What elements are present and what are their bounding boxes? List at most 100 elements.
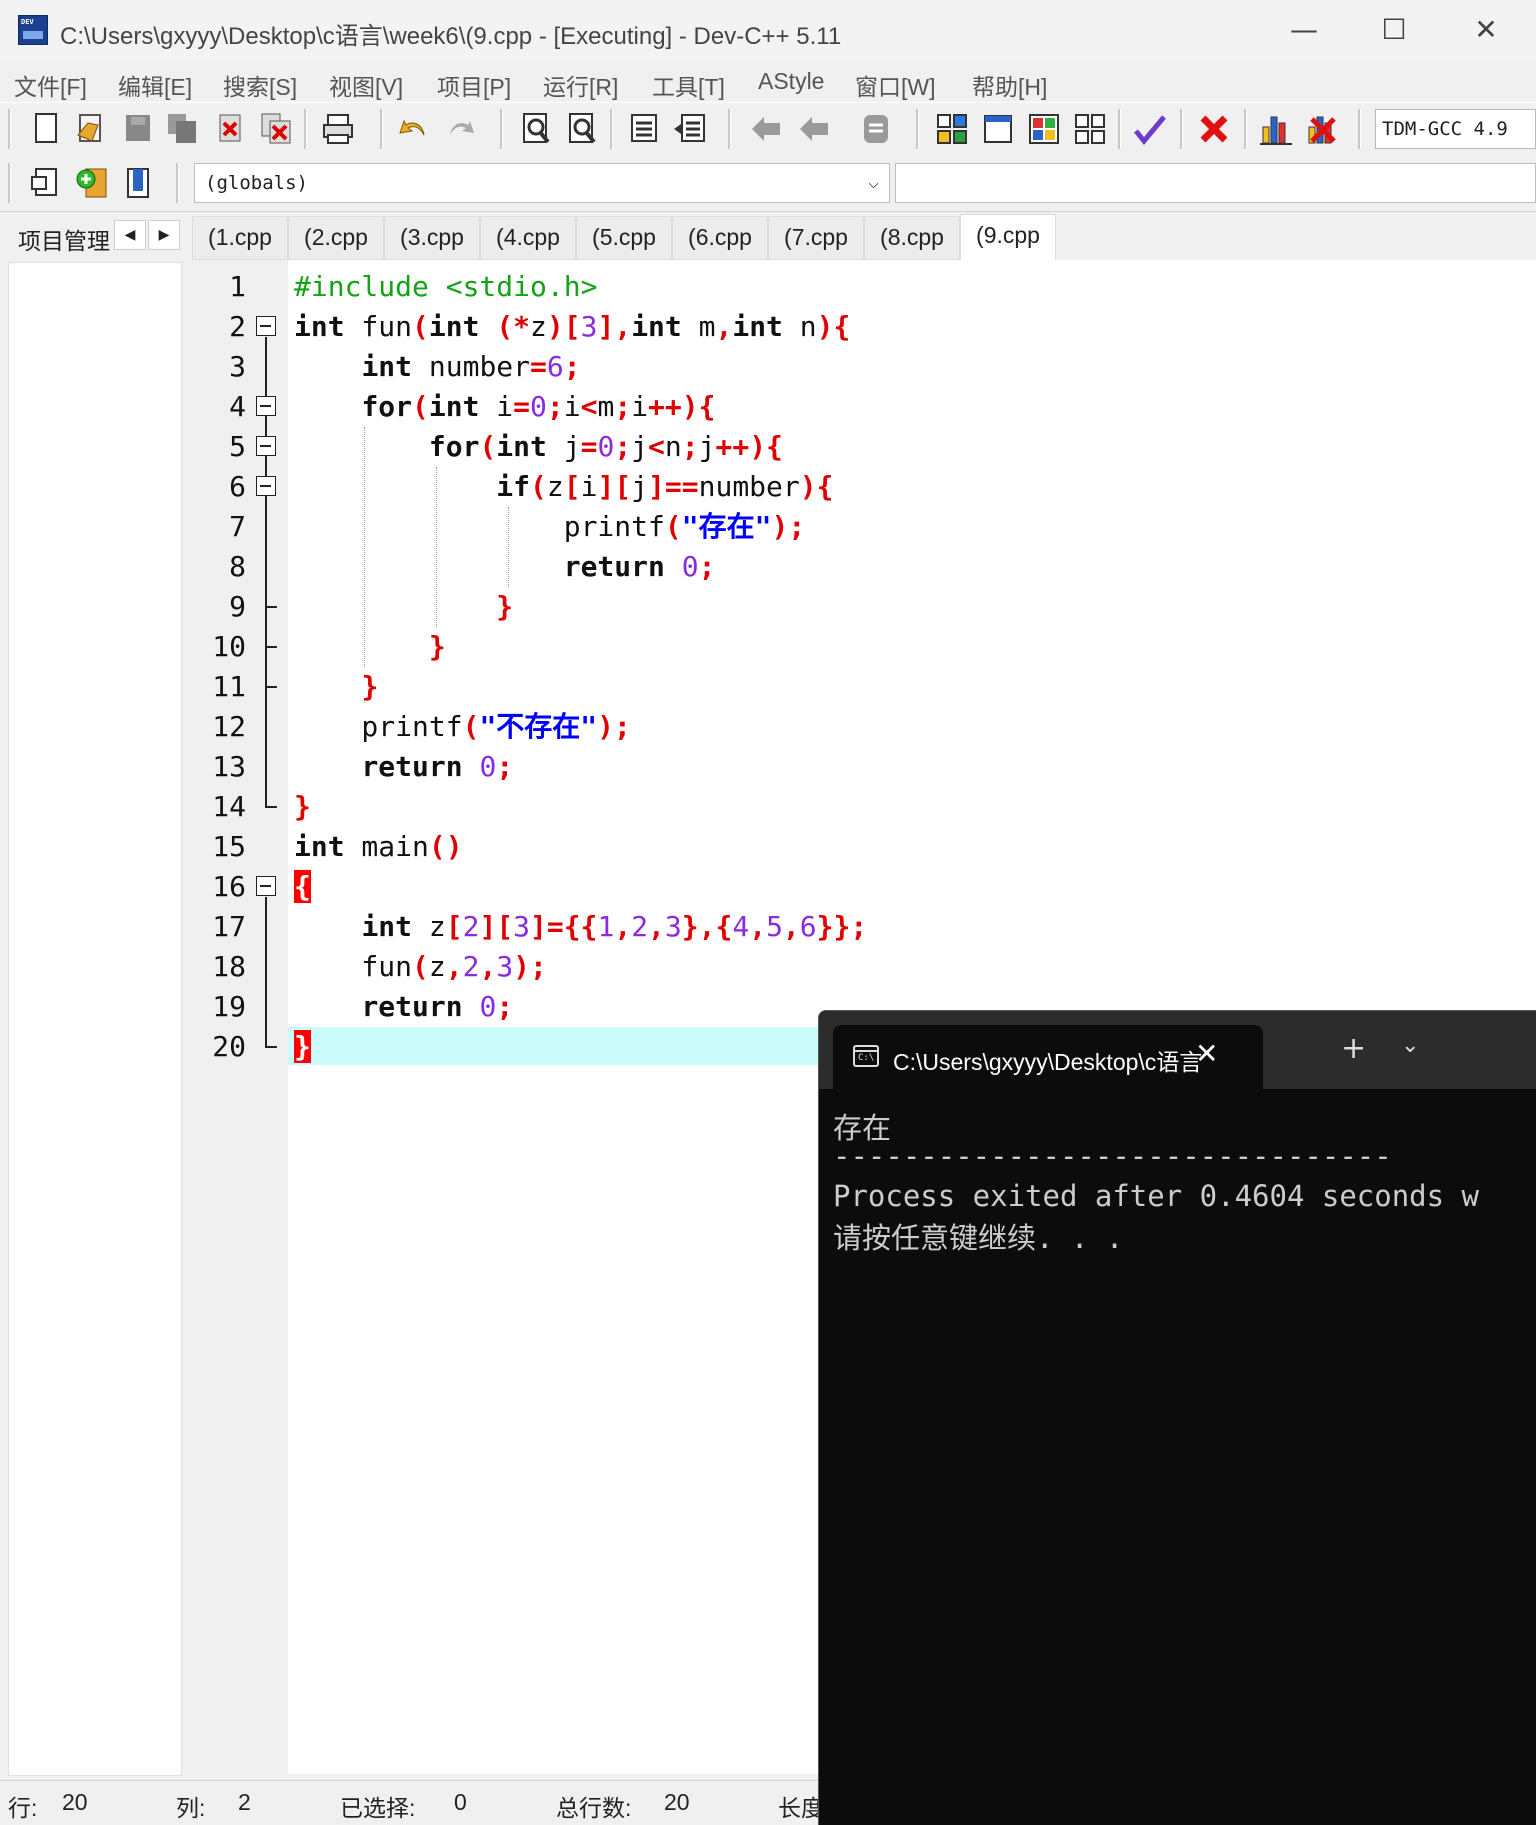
syntax-check-icon[interactable] bbox=[1132, 111, 1168, 147]
line-number: 9 bbox=[229, 590, 246, 623]
line-number: 14 bbox=[212, 790, 246, 823]
unindent-icon[interactable] bbox=[672, 111, 708, 147]
window-title: C:\Users\gxyyy\Desktop\c语言\week6\(9.cpp … bbox=[60, 23, 842, 50]
tab-file-1[interactable]: (1.cpp bbox=[192, 216, 288, 260]
console-tab[interactable]: C:\ C:\Users\gxyyy\Desktop\c语言 ✕ bbox=[833, 1025, 1263, 1089]
secondary-toolbar: (globals) ⌵ bbox=[0, 155, 1536, 212]
profile-icon[interactable] bbox=[1258, 111, 1294, 147]
save-all-icon[interactable] bbox=[164, 111, 200, 147]
code-line[interactable]: } bbox=[294, 787, 311, 827]
stop-icon[interactable] bbox=[1196, 111, 1232, 147]
chevron-down-icon[interactable]: ⌄ bbox=[1401, 1033, 1419, 1058]
code-line[interactable]: return 0; bbox=[294, 987, 513, 1027]
minimize-button[interactable]: — bbox=[1278, 10, 1330, 50]
code-line[interactable]: printf("不存在"); bbox=[294, 707, 630, 747]
close-button[interactable]: ✕ bbox=[1460, 10, 1512, 50]
members-select[interactable] bbox=[895, 163, 1536, 203]
tab-file-6[interactable]: (6.cpp bbox=[672, 216, 768, 260]
code-line[interactable]: } bbox=[294, 627, 446, 667]
code-line[interactable]: int number=6; bbox=[294, 347, 580, 387]
code-line[interactable]: } bbox=[294, 1027, 311, 1067]
code-line[interactable]: { bbox=[294, 867, 311, 907]
menu-search[interactable]: 搜索[S] bbox=[223, 68, 297, 102]
menu-project[interactable]: 项目[P] bbox=[437, 68, 511, 102]
new-tab-icon[interactable]: + bbox=[1341, 1031, 1366, 1066]
print-icon[interactable] bbox=[320, 111, 356, 147]
indent-icon[interactable] bbox=[626, 111, 662, 147]
new-file-icon[interactable] bbox=[28, 111, 64, 147]
chevron-down-icon[interactable]: ⌵ bbox=[868, 164, 879, 202]
tab-file-3[interactable]: (3.cpp bbox=[384, 216, 480, 260]
class-browser-icon[interactable] bbox=[120, 165, 156, 201]
undo-icon[interactable] bbox=[396, 111, 432, 147]
fold-line bbox=[265, 897, 267, 1047]
code-line[interactable]: if(z[i][j]==number){ bbox=[294, 467, 833, 507]
add-to-project-icon[interactable] bbox=[74, 165, 110, 201]
tab-file-5[interactable]: (5.cpp bbox=[576, 216, 672, 260]
console-window[interactable]: C:\ C:\Users\gxyyy\Desktop\c语言 ✕ + ⌄ 存在 … bbox=[818, 1010, 1536, 1825]
toggle-comment-icon[interactable] bbox=[858, 111, 894, 147]
open-file-icon[interactable] bbox=[72, 111, 108, 147]
menu-tools[interactable]: 工具[T] bbox=[652, 68, 725, 102]
redo-icon[interactable] bbox=[442, 111, 478, 147]
goto-back-icon[interactable] bbox=[748, 111, 784, 147]
tab-file-8[interactable]: (8.cpp bbox=[864, 216, 960, 260]
replace-icon[interactable] bbox=[564, 111, 600, 147]
project-manager-tab[interactable]: 项目管理 bbox=[18, 222, 114, 256]
tab-file-9[interactable]: (9.cpp bbox=[960, 214, 1056, 260]
project-tree[interactable] bbox=[8, 262, 182, 1776]
menu-astyle[interactable]: AStyle bbox=[758, 68, 824, 95]
fold-end-tick bbox=[265, 686, 277, 688]
rebuild-icon[interactable] bbox=[1072, 111, 1108, 147]
fold-toggle-icon[interactable] bbox=[256, 876, 276, 896]
code-line[interactable]: int main() bbox=[294, 827, 463, 867]
devcpp-app-icon[interactable]: DEV bbox=[18, 15, 48, 45]
code-line[interactable]: printf("存在"); bbox=[294, 507, 805, 547]
fold-toggle-icon[interactable] bbox=[256, 436, 276, 456]
menu-help[interactable]: 帮助[H] bbox=[972, 68, 1047, 102]
menu-run[interactable]: 运行[R] bbox=[543, 68, 618, 102]
code-line[interactable]: for(int j=0;j<n;j++){ bbox=[294, 427, 783, 467]
code-line[interactable]: } bbox=[294, 587, 513, 627]
tab-next-button[interactable]: ▶ bbox=[148, 220, 180, 250]
tab-prev-button[interactable]: ◀ bbox=[114, 220, 146, 250]
save-icon[interactable] bbox=[120, 111, 156, 147]
status-total-label: 总行数: bbox=[556, 1795, 632, 1821]
console-titlebar: C:\ C:\Users\gxyyy\Desktop\c语言 ✕ + ⌄ bbox=[819, 1011, 1536, 1089]
menu-file[interactable]: 文件[F] bbox=[14, 68, 87, 102]
menu-view[interactable]: 视图[V] bbox=[329, 68, 403, 102]
code-line[interactable]: return 0; bbox=[294, 747, 513, 787]
compiler-select[interactable]: TDM-GCC 4.9 bbox=[1375, 109, 1536, 149]
code-line[interactable]: #include <stdio.h> bbox=[294, 267, 597, 307]
code-line[interactable]: int z[2][3]={{1,2,3},{4,5,6}}; bbox=[294, 907, 867, 947]
scope-select[interactable]: (globals) ⌵ bbox=[194, 163, 890, 203]
menu-window[interactable]: 窗口[W] bbox=[855, 68, 936, 102]
status-row-label: 行: bbox=[8, 1795, 38, 1821]
goto-forward-icon[interactable] bbox=[796, 111, 832, 147]
file-tabs: (1.cpp (2.cpp (3.cpp (4.cpp (5.cpp (6.cp… bbox=[192, 214, 1536, 260]
maximize-button[interactable]: ☐ bbox=[1368, 10, 1420, 50]
new-project-icon[interactable] bbox=[28, 165, 64, 201]
close-all-icon[interactable] bbox=[258, 111, 294, 147]
menu-edit[interactable]: 编辑[E] bbox=[118, 68, 192, 102]
tab-file-2[interactable]: (2.cpp bbox=[288, 216, 384, 260]
code-line[interactable]: return 0; bbox=[294, 547, 716, 587]
find-icon[interactable] bbox=[518, 111, 554, 147]
code-line[interactable]: fun(z,2,3); bbox=[294, 947, 546, 987]
code-line[interactable]: int fun(int (*z)[3],int m,int n){ bbox=[294, 307, 850, 347]
code-line[interactable]: for(int i=0;i<m;i++){ bbox=[294, 387, 715, 427]
console-tab-close-icon[interactable]: ✕ bbox=[1195, 1037, 1218, 1070]
compile-run-icon[interactable] bbox=[1026, 111, 1062, 147]
line-number: 5 bbox=[229, 430, 246, 463]
fold-toggle-icon[interactable] bbox=[256, 476, 276, 496]
line-number: 2 bbox=[229, 310, 246, 343]
compile-icon[interactable] bbox=[934, 111, 970, 147]
close-file-icon[interactable] bbox=[212, 111, 248, 147]
fold-toggle-icon[interactable] bbox=[256, 396, 276, 416]
code-line[interactable]: } bbox=[294, 667, 378, 707]
tab-file-4[interactable]: (4.cpp bbox=[480, 216, 576, 260]
fold-toggle-icon[interactable] bbox=[256, 316, 276, 336]
tab-file-7[interactable]: (7.cpp bbox=[768, 216, 864, 260]
delete-profile-icon[interactable] bbox=[1304, 111, 1340, 147]
run-icon[interactable] bbox=[980, 111, 1016, 147]
